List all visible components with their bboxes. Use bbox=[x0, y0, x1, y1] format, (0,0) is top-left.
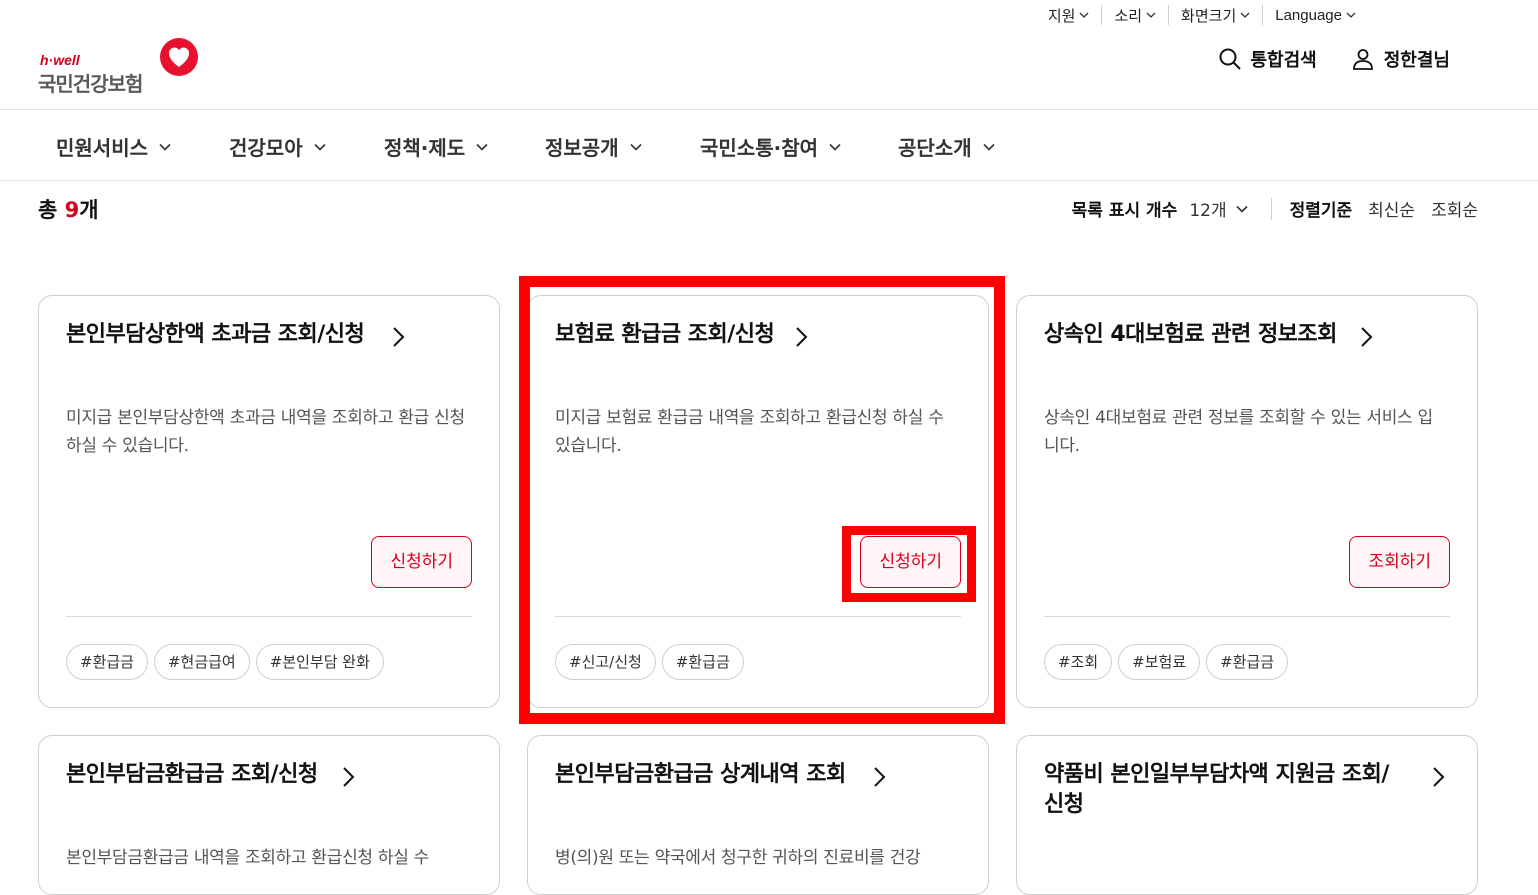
user-name-label: 정한결님 bbox=[1383, 50, 1450, 71]
logo-sub-text: h·well bbox=[40, 52, 80, 68]
tag[interactable]: #조회 bbox=[1044, 644, 1113, 680]
total-count-number: 9 bbox=[64, 198, 80, 222]
nav-label: 정책·제도 bbox=[384, 136, 466, 160]
chevron-down-icon bbox=[476, 143, 488, 151]
nav-disclosure[interactable]: 정보공개 bbox=[545, 132, 643, 161]
card-description: 미지급 보험료 환급금 내역을 조회하고 환급신청 하실 수 있습니다. bbox=[555, 408, 944, 456]
card-title[interactable]: 약품비 본인일부부담차액 지원금 조회/신청 bbox=[1044, 760, 1407, 820]
tag[interactable]: #환급금 bbox=[661, 644, 744, 680]
chevron-down-icon bbox=[829, 143, 841, 151]
tag[interactable]: #환급금 bbox=[1206, 644, 1289, 680]
card-divider bbox=[66, 616, 472, 617]
tag[interactable]: #신고/신청 bbox=[555, 644, 656, 680]
search-label: 통합검색 bbox=[1250, 50, 1317, 71]
chevron-down-icon bbox=[630, 143, 642, 151]
divider bbox=[1270, 197, 1272, 220]
card-description: 상속인 4대보험료 관련 정보를 조회할 수 있는 서비스 입니다. bbox=[1044, 408, 1433, 456]
total-suffix: 개 bbox=[79, 198, 99, 222]
tag[interactable]: #보험료 bbox=[1118, 644, 1201, 680]
display-count-label: 목록 표시 개수 bbox=[1071, 201, 1178, 221]
card-description: 미지급 본인부담상한액 초과금 내역을 조회하고 환급 신청 하실 수 있습니다… bbox=[66, 408, 465, 456]
service-card: 상속인 4대보험료 관련 정보조회 상속인 4대보험료 관련 정보를 조회할 수… bbox=[1016, 295, 1478, 708]
service-card: 본인부담상한액 초과금 조회/신청 미지급 본인부담상한액 초과금 내역을 조회… bbox=[38, 295, 500, 708]
total-count: 총 9개 bbox=[38, 194, 99, 224]
chevron-right-icon[interactable] bbox=[1359, 326, 1375, 348]
card-divider bbox=[555, 616, 961, 617]
nav-label: 민원서비스 bbox=[56, 136, 148, 160]
tag[interactable]: #환급금 bbox=[66, 644, 148, 680]
chevron-right-icon[interactable] bbox=[1431, 766, 1447, 788]
logo-main-text: 국민건강보험 bbox=[38, 72, 143, 96]
integrated-search-button[interactable]: 통합검색 bbox=[1218, 46, 1317, 72]
service-card: 본인부담금환급금 상계내역 조회 병(의)원 또는 약국에서 청구한 귀하의 진… bbox=[527, 735, 989, 895]
display-count-value: 12개 bbox=[1189, 201, 1227, 221]
chevron-down-icon bbox=[159, 143, 171, 151]
card-tags: #조회 #보험료 #환급금 bbox=[1044, 644, 1289, 680]
chevron-right-icon[interactable] bbox=[872, 766, 888, 788]
chevron-down-icon bbox=[983, 143, 995, 151]
tag[interactable]: #현금급여 bbox=[153, 644, 250, 680]
chevron-right-icon[interactable] bbox=[341, 766, 357, 788]
display-count-select[interactable]: 12개 bbox=[1189, 196, 1248, 221]
nav-label: 건강모아 bbox=[229, 136, 303, 160]
site-logo[interactable]: h·well 국민건강보험 bbox=[38, 36, 200, 96]
chevron-right-icon[interactable] bbox=[391, 326, 407, 348]
card-tags: #환급금 #현금급여 #본인부담 완화 bbox=[66, 644, 384, 680]
nav-label: 국민소통·참여 bbox=[700, 136, 818, 160]
card-divider bbox=[1044, 616, 1450, 617]
service-card: 본인부담금환급금 조회/신청 본인부담금환급금 내역을 조회하고 환급신청 하실… bbox=[38, 735, 500, 895]
inquiry-button[interactable]: 조회하기 bbox=[1349, 536, 1450, 588]
apply-button[interactable]: 신청하기 bbox=[371, 536, 472, 588]
service-card: 약품비 본인일부부담차액 지원금 조회/신청 bbox=[1016, 735, 1478, 895]
chevron-down-icon bbox=[314, 143, 326, 151]
nav-policy[interactable]: 정책·제도 bbox=[384, 132, 489, 161]
chevron-right-icon[interactable] bbox=[794, 326, 810, 348]
nav-health-moa[interactable]: 건강모아 bbox=[229, 132, 327, 161]
search-icon bbox=[1219, 48, 1241, 70]
service-card: 보험료 환급금 조회/신청 미지급 보험료 환급금 내역을 조회하고 환급신청 … bbox=[527, 295, 989, 708]
card-description: 본인부담금환급금 내역을 조회하고 환급신청 하실 수 bbox=[66, 848, 429, 868]
card-title[interactable]: 본인부담금환급금 조회/신청 bbox=[66, 760, 439, 790]
nav-participation[interactable]: 국민소통·참여 bbox=[700, 132, 842, 161]
header-actions: 통합검색 정한결님 bbox=[1218, 46, 1450, 72]
sort-label: 정렬기준 bbox=[1289, 201, 1353, 221]
nav-label: 정보공개 bbox=[545, 136, 619, 160]
user-menu-button[interactable]: 정한결님 bbox=[1351, 46, 1450, 72]
nav-about[interactable]: 공단소개 bbox=[898, 132, 996, 161]
tag[interactable]: #본인부담 완화 bbox=[255, 644, 384, 680]
nav-label: 공단소개 bbox=[898, 136, 972, 160]
sort-views[interactable]: 조회순 bbox=[1431, 196, 1478, 221]
nav-civil-service[interactable]: 민원서비스 bbox=[56, 132, 172, 161]
apply-button[interactable]: 신청하기 bbox=[860, 536, 961, 588]
card-description: 병(의)원 또는 약국에서 청구한 귀하의 진료비를 건강 bbox=[555, 848, 921, 868]
sort-latest[interactable]: 최신순 bbox=[1368, 196, 1415, 221]
total-prefix: 총 bbox=[38, 198, 65, 222]
list-controls: 목록 표시 개수 12개 정렬기준 최신순 조회순 bbox=[1072, 196, 1478, 221]
site-header: h·well 국민건강보험 통합검색 정한결님 bbox=[0, 0, 1538, 110]
chevron-down-icon bbox=[1236, 205, 1248, 213]
main-navigation: 민원서비스 건강모아 정책·제도 정보공개 국민소통·참여 공단소개 bbox=[0, 110, 1538, 181]
card-tags: #신고/신청 #환급금 bbox=[555, 644, 744, 680]
heart-logo-icon bbox=[160, 38, 198, 76]
card-title[interactable]: 본인부담상한액 초과금 조회/신청 bbox=[66, 320, 439, 350]
card-title[interactable]: 보험료 환급금 조회/신청 bbox=[555, 320, 928, 350]
user-icon bbox=[1352, 49, 1373, 70]
